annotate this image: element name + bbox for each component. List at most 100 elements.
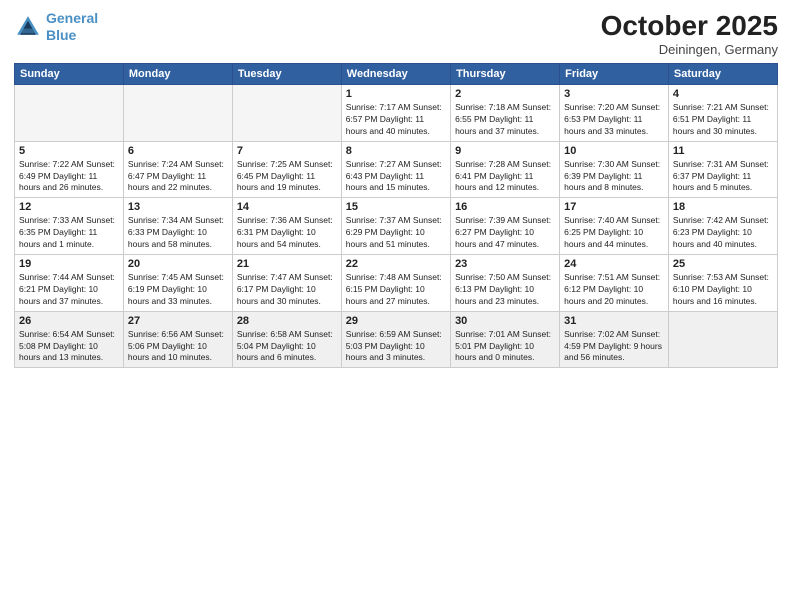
calendar-cell: 28 Sunrise: 6:58 AM Sunset: 5:04 PM Dayli… <box>232 311 341 368</box>
day-info: Sunrise: 7:42 AM Sunset: 6:23 PM Dayligh… <box>673 215 773 251</box>
header-wednesday: Wednesday <box>341 64 450 85</box>
day-info: Sunrise: 7:53 AM Sunset: 6:10 PM Dayligh… <box>673 272 773 308</box>
calendar-cell: 31 Sunrise: 7:02 AM Sunset: 4:59 PM Dayli… <box>560 311 669 368</box>
calendar-cell: 7 Sunrise: 7:25 AM Sunset: 6:45 PM Daylig… <box>232 141 341 198</box>
day-number: 28 <box>237 315 337 327</box>
day-number: 2 <box>455 88 555 100</box>
day-number: 13 <box>128 201 228 213</box>
day-info: Sunrise: 7:28 AM Sunset: 6:41 PM Dayligh… <box>455 159 555 195</box>
month-title: October 2025 <box>601 10 778 42</box>
day-info: Sunrise: 7:20 AM Sunset: 6:53 PM Dayligh… <box>564 102 664 138</box>
calendar-cell: 21 Sunrise: 7:47 AM Sunset: 6:17 PM Dayli… <box>232 255 341 312</box>
calendar-cell: 24 Sunrise: 7:51 AM Sunset: 6:12 PM Dayli… <box>560 255 669 312</box>
day-info: Sunrise: 7:47 AM Sunset: 6:17 PM Dayligh… <box>237 272 337 308</box>
calendar-cell: 13 Sunrise: 7:34 AM Sunset: 6:33 PM Dayli… <box>123 198 232 255</box>
calendar-cell: 30 Sunrise: 7:01 AM Sunset: 5:01 PM Dayli… <box>451 311 560 368</box>
day-info: Sunrise: 7:33 AM Sunset: 6:35 PM Dayligh… <box>19 215 119 251</box>
weekday-header-row: Sunday Monday Tuesday Wednesday Thursday… <box>15 64 778 85</box>
day-info: Sunrise: 7:02 AM Sunset: 4:59 PM Dayligh… <box>564 329 664 365</box>
calendar-week-0: 1 Sunrise: 7:17 AM Sunset: 6:57 PM Daylig… <box>15 85 778 142</box>
day-number: 5 <box>19 145 119 157</box>
day-number: 29 <box>346 315 446 327</box>
day-info: Sunrise: 6:56 AM Sunset: 5:06 PM Dayligh… <box>128 329 228 365</box>
day-info: Sunrise: 7:51 AM Sunset: 6:12 PM Dayligh… <box>564 272 664 308</box>
day-number: 10 <box>564 145 664 157</box>
calendar-cell: 5 Sunrise: 7:22 AM Sunset: 6:49 PM Daylig… <box>15 141 124 198</box>
calendar-cell: 22Sunrise: 7:48 AM Sunset: 6:15 PM Dayli… <box>341 255 450 312</box>
day-info: Sunrise: 7:50 AM Sunset: 6:13 PM Dayligh… <box>455 272 555 308</box>
calendar-cell: 4Sunrise: 7:21 AM Sunset: 6:51 PM Daylig… <box>668 85 777 142</box>
day-number: 20 <box>128 258 228 270</box>
calendar-cell: 14 Sunrise: 7:36 AM Sunset: 6:31 PM Dayli… <box>232 198 341 255</box>
day-number: 8 <box>346 145 446 157</box>
calendar-cell: 27 Sunrise: 6:56 AM Sunset: 5:06 PM Dayli… <box>123 311 232 368</box>
day-number: 23 <box>455 258 555 270</box>
day-number: 25 <box>673 258 773 270</box>
calendar-cell: 20 Sunrise: 7:45 AM Sunset: 6:19 PM Dayli… <box>123 255 232 312</box>
header-tuesday: Tuesday <box>232 64 341 85</box>
day-number: 31 <box>564 315 664 327</box>
day-number: 18 <box>673 201 773 213</box>
calendar-cell <box>15 85 124 142</box>
calendar-cell: 18 Sunrise: 7:42 AM Sunset: 6:23 PM Dayli… <box>668 198 777 255</box>
logo-text: General Blue <box>46 10 98 44</box>
calendar-week-1: 5 Sunrise: 7:22 AM Sunset: 6:49 PM Daylig… <box>15 141 778 198</box>
day-number: 21 <box>237 258 337 270</box>
day-number: 30 <box>455 315 555 327</box>
calendar-cell: 1 Sunrise: 7:17 AM Sunset: 6:57 PM Daylig… <box>341 85 450 142</box>
header: General Blue October 2025 Deiningen, Ger… <box>14 10 778 57</box>
calendar-cell: 17Sunrise: 7:40 AM Sunset: 6:25 PM Dayli… <box>560 198 669 255</box>
calendar-cell: 2Sunrise: 7:18 AM Sunset: 6:55 PM Daylig… <box>451 85 560 142</box>
day-number: 11 <box>673 145 773 157</box>
calendar-cell: 15Sunrise: 7:37 AM Sunset: 6:29 PM Dayli… <box>341 198 450 255</box>
day-info: Sunrise: 7:37 AM Sunset: 6:29 PM Dayligh… <box>346 215 446 251</box>
calendar-cell <box>123 85 232 142</box>
day-info: Sunrise: 7:34 AM Sunset: 6:33 PM Dayligh… <box>128 215 228 251</box>
calendar-week-4: 26 Sunrise: 6:54 AM Sunset: 5:08 PM Dayli… <box>15 311 778 368</box>
day-number: 22 <box>346 258 446 270</box>
calendar-cell: 3Sunrise: 7:20 AM Sunset: 6:53 PM Daylig… <box>560 85 669 142</box>
header-saturday: Saturday <box>668 64 777 85</box>
day-info: Sunrise: 7:31 AM Sunset: 6:37 PM Dayligh… <box>673 159 773 195</box>
day-info: Sunrise: 7:30 AM Sunset: 6:39 PM Dayligh… <box>564 159 664 195</box>
calendar-cell: 10 Sunrise: 7:30 AM Sunset: 6:39 PM Dayli… <box>560 141 669 198</box>
calendar-cell: 25 Sunrise: 7:53 AM Sunset: 6:10 PM Dayli… <box>668 255 777 312</box>
calendar-cell: 9 Sunrise: 7:28 AM Sunset: 6:41 PM Daylig… <box>451 141 560 198</box>
day-info: Sunrise: 7:17 AM Sunset: 6:57 PM Dayligh… <box>346 102 446 138</box>
logo-icon <box>14 13 42 41</box>
day-number: 24 <box>564 258 664 270</box>
day-number: 17 <box>564 201 664 213</box>
day-info: Sunrise: 7:44 AM Sunset: 6:21 PM Dayligh… <box>19 272 119 308</box>
day-number: 26 <box>19 315 119 327</box>
calendar-week-3: 19 Sunrise: 7:44 AM Sunset: 6:21 PM Dayli… <box>15 255 778 312</box>
day-info: Sunrise: 7:22 AM Sunset: 6:49 PM Dayligh… <box>19 159 119 195</box>
header-thursday: Thursday <box>451 64 560 85</box>
day-number: 19 <box>19 258 119 270</box>
day-info: Sunrise: 7:25 AM Sunset: 6:45 PM Dayligh… <box>237 159 337 195</box>
day-info: Sunrise: 7:39 AM Sunset: 6:27 PM Dayligh… <box>455 215 555 251</box>
day-info: Sunrise: 7:01 AM Sunset: 5:01 PM Dayligh… <box>455 329 555 365</box>
day-number: 1 <box>346 88 446 100</box>
day-number: 14 <box>237 201 337 213</box>
day-number: 9 <box>455 145 555 157</box>
day-number: 7 <box>237 145 337 157</box>
day-number: 16 <box>455 201 555 213</box>
title-block: October 2025 Deiningen, Germany <box>601 10 778 57</box>
location: Deiningen, Germany <box>601 42 778 57</box>
day-number: 27 <box>128 315 228 327</box>
calendar-cell: 19 Sunrise: 7:44 AM Sunset: 6:21 PM Dayli… <box>15 255 124 312</box>
day-info: Sunrise: 7:36 AM Sunset: 6:31 PM Dayligh… <box>237 215 337 251</box>
logo: General Blue <box>14 10 98 44</box>
calendar-table: Sunday Monday Tuesday Wednesday Thursday… <box>14 63 778 368</box>
calendar-page: General Blue October 2025 Deiningen, Ger… <box>0 0 792 612</box>
calendar-cell: 16 Sunrise: 7:39 AM Sunset: 6:27 PM Dayli… <box>451 198 560 255</box>
header-monday: Monday <box>123 64 232 85</box>
day-info: Sunrise: 6:58 AM Sunset: 5:04 PM Dayligh… <box>237 329 337 365</box>
calendar-cell: 11 Sunrise: 7:31 AM Sunset: 6:37 PM Dayli… <box>668 141 777 198</box>
day-number: 6 <box>128 145 228 157</box>
day-info: Sunrise: 7:45 AM Sunset: 6:19 PM Dayligh… <box>128 272 228 308</box>
calendar-cell: 23 Sunrise: 7:50 AM Sunset: 6:13 PM Dayli… <box>451 255 560 312</box>
header-friday: Friday <box>560 64 669 85</box>
calendar-cell: 12Sunrise: 7:33 AM Sunset: 6:35 PM Dayli… <box>15 198 124 255</box>
day-info: Sunrise: 6:54 AM Sunset: 5:08 PM Dayligh… <box>19 329 119 365</box>
